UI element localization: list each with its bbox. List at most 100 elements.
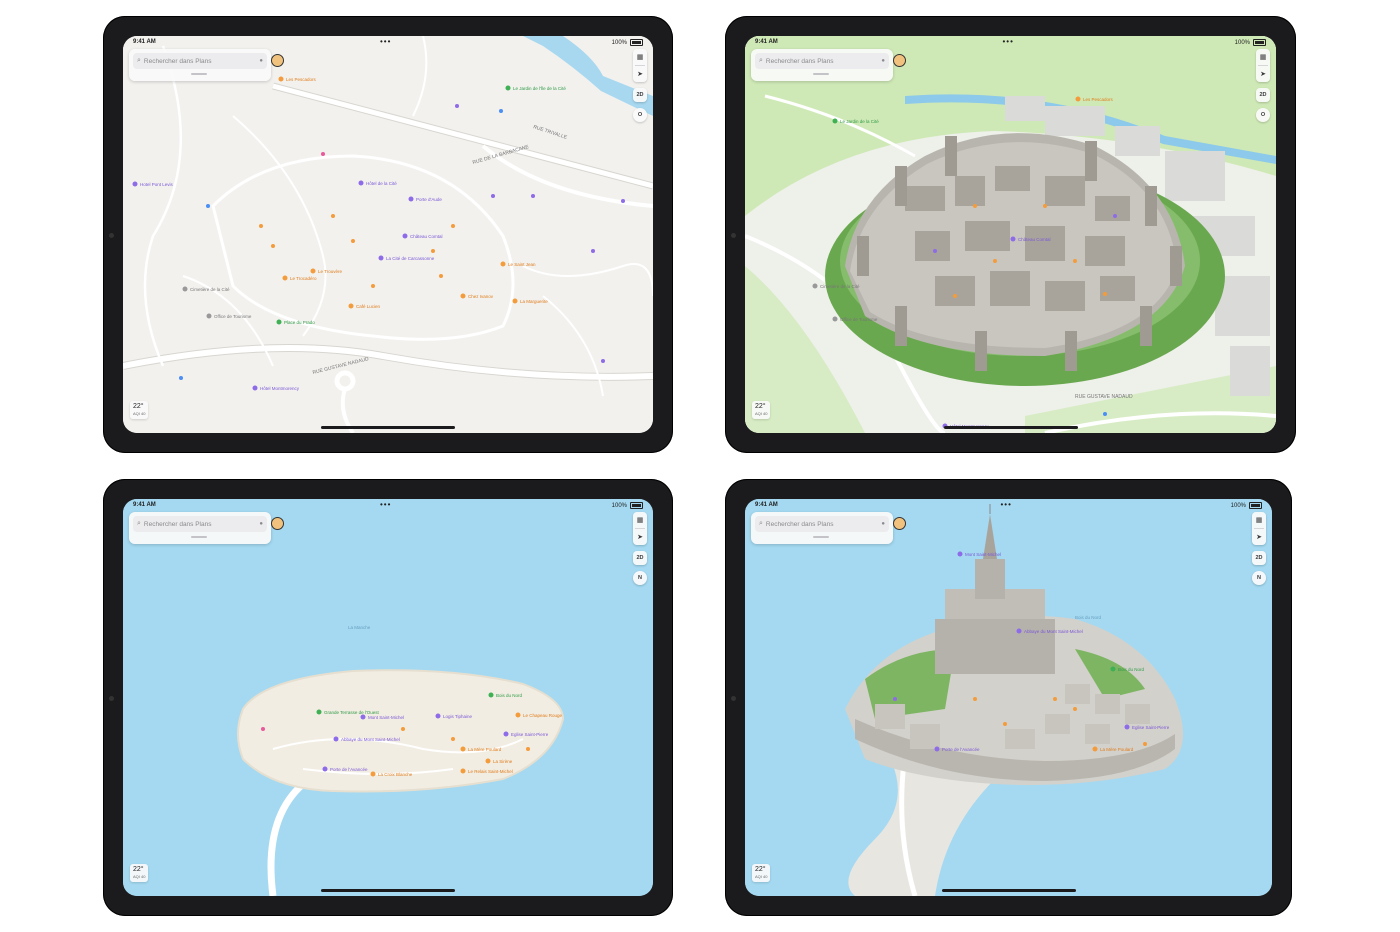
status-right: 100% (612, 502, 643, 509)
view-2d-button[interactable]: 2D (1256, 88, 1270, 102)
map-canvas[interactable]: La Manche Bois du Nord Grande Terrasse d… (123, 499, 653, 896)
weather-badge: 22° AQI 40 (752, 864, 771, 882)
map-control-group: ▦ ➤ (633, 49, 647, 82)
microphone-icon[interactable]: ● (259, 58, 263, 64)
poi-pin[interactable]: Abbaye du Mont Saint-Michel (333, 736, 400, 743)
map-mode-button[interactable]: ▦ (1256, 49, 1270, 65)
multitask-dots[interactable]: ••• (1003, 37, 1014, 46)
poi-pin[interactable]: Le Relais Saint-Michel (460, 768, 513, 775)
ipad-carcassonne-3d: Les Pescadors Le Jardin de la Cité Offic… (725, 16, 1296, 453)
microphone-icon[interactable]: ● (881, 521, 885, 527)
compass-button[interactable]: O (1256, 108, 1270, 122)
map-control-group: ▦ ➤ (1256, 49, 1270, 82)
svg-text:Mont Saint-Michel: Mont Saint-Michel (368, 715, 404, 720)
map-mode-button[interactable]: ▦ (1252, 512, 1266, 528)
svg-text:Office de Tourisme: Office de Tourisme (214, 314, 252, 319)
svg-text:La Croix Blanche: La Croix Blanche (378, 772, 413, 777)
poi-pin[interactable]: Cimetière de la Cité (812, 283, 861, 290)
poi-pin[interactable]: Cimetière de la Cité (182, 286, 231, 293)
search-input[interactable]: ⌕ Rechercher dans Plans ● (133, 53, 284, 69)
svg-text:Le Saint Jean: Le Saint Jean (508, 262, 536, 267)
multitask-dots[interactable]: ••• (1001, 500, 1012, 509)
map-canvas[interactable]: RUE GUSTAVE NADAUD RUE DE LA BARBACANE R… (123, 36, 653, 433)
location-button[interactable]: ➤ (633, 529, 647, 545)
poi-pin[interactable]: Le Jardin de la Cité (832, 118, 880, 125)
map-canvas[interactable]: Les Pescadors Le Jardin de la Cité Offic… (745, 36, 1276, 433)
svg-text:Porte d'Aude: Porte d'Aude (416, 197, 442, 202)
home-indicator[interactable] (943, 426, 1078, 429)
poi-pin[interactable]: Porte de l'Avancée (934, 746, 981, 753)
svg-text:Le Trouvère: Le Trouvère (318, 269, 343, 274)
ipad-mont-saint-michel-3d: Mont Saint-Michel Bois du Nord Abbaye du… (725, 479, 1292, 916)
home-indicator[interactable] (321, 889, 455, 892)
svg-text:Abbaye du Mont Saint-Michel: Abbaye du Mont Saint-Michel (341, 737, 400, 742)
home-indicator[interactable] (321, 426, 455, 429)
poi-pin[interactable]: Office de Tourisme (206, 313, 252, 320)
map-mode-button[interactable]: ▦ (633, 49, 647, 65)
svg-text:Place du Prado: Place du Prado (284, 320, 315, 325)
svg-text:Porte de l'Avancée: Porte de l'Avancée (330, 767, 368, 772)
poi-pin[interactable]: Mont Saint-Michel (957, 551, 1002, 558)
poi-pin[interactable]: Hôtel Montmorency (252, 385, 300, 392)
multitask-dots[interactable]: ••• (380, 37, 391, 46)
svg-text:Cimetière de la Cité: Cimetière de la Cité (190, 287, 230, 292)
avatar[interactable] (893, 54, 906, 67)
poi-pin[interactable]: Office de Tourisme (832, 316, 878, 323)
status-time: 9:41 AM (133, 502, 156, 508)
svg-text:Les Pescadors: Les Pescadors (1083, 97, 1114, 102)
home-indicator[interactable] (941, 889, 1076, 892)
search-input[interactable]: ⌕ Rechercher dans Plans ● (755, 516, 906, 532)
poi-pin[interactable]: La Cité de Carcassonne (378, 255, 435, 262)
poi-pin[interactable]: Eglise Saint-Pierre (1124, 724, 1170, 731)
location-button[interactable]: ➤ (633, 66, 647, 82)
search-input[interactable]: ⌕ Rechercher dans Plans ● (133, 516, 284, 532)
poi-pin[interactable]: Eglise Saint-Pierre (503, 731, 549, 738)
panel-grabber[interactable] (813, 73, 829, 75)
panel-grabber[interactable] (813, 536, 829, 538)
svg-text:Hôtel de la Cité: Hôtel de la Cité (366, 181, 397, 186)
svg-text:Logis Tiphaine: Logis Tiphaine (443, 714, 473, 719)
svg-text:La Cité de Carcassonne: La Cité de Carcassonne (386, 256, 435, 261)
map-canvas[interactable]: Mont Saint-Michel Bois du Nord Abbaye du… (745, 499, 1272, 896)
svg-text:Chez Ivanov: Chez Ivanov (468, 294, 494, 299)
map-control-group: ▦ ➤ (633, 512, 647, 545)
svg-text:Les Pescadors: Les Pescadors (286, 77, 317, 82)
microphone-icon[interactable]: ● (881, 58, 885, 64)
location-button[interactable]: ➤ (1252, 529, 1266, 545)
svg-text:Eglise Saint-Pierre: Eglise Saint-Pierre (1132, 725, 1170, 730)
weather-aqi: AQI 40 (133, 411, 146, 416)
poi-pin[interactable]: Le Chapeau Rouge (515, 712, 563, 719)
battery-percent: 100% (1234, 39, 1250, 46)
ipad-carcassonne-2d: RUE GUSTAVE NADAUD RUE DE LA BARBACANE R… (103, 16, 673, 453)
microphone-icon[interactable]: ● (259, 521, 263, 527)
map-mode-button[interactable]: ▦ (633, 512, 647, 528)
battery-icon (1249, 502, 1262, 509)
avatar[interactable] (271, 54, 284, 67)
avatar[interactable] (271, 517, 284, 530)
compass-button[interactable]: N (1252, 571, 1266, 585)
poi-pin[interactable]: Porte de l'Avancée (322, 766, 369, 773)
poi-pin[interactable]: Le Jardin de l'Île de la Cité (505, 85, 567, 91)
poi-pin[interactable]: Mont Saint-Michel (360, 714, 405, 721)
panel-grabber[interactable] (191, 73, 207, 75)
view-2d-button[interactable]: 2D (633, 551, 647, 565)
poi-pin[interactable]: Abbaye du Mont Saint-Michel (1016, 628, 1083, 635)
status-right: 100% (612, 39, 643, 46)
avatar[interactable] (893, 517, 906, 530)
weather-temp: 22° (755, 866, 766, 873)
multitask-dots[interactable]: ••• (380, 500, 391, 509)
svg-text:La Sirène: La Sirène (493, 759, 513, 764)
view-2d-button[interactable]: 2D (633, 88, 647, 102)
compass-button[interactable]: O (633, 108, 647, 122)
front-camera (109, 695, 114, 701)
battery-percent: 100% (611, 502, 627, 509)
search-input[interactable]: ⌕ Rechercher dans Plans ● (755, 53, 906, 69)
search-placeholder: Rechercher dans Plans (765, 520, 834, 528)
search-placeholder: Rechercher dans Plans (143, 520, 212, 528)
panel-grabber[interactable] (191, 536, 207, 538)
search-panel: ⌕ Rechercher dans Plans ● (751, 512, 906, 544)
svg-text:Le Relais Saint-Michel: Le Relais Saint-Michel (468, 769, 513, 774)
view-2d-button[interactable]: 2D (1252, 551, 1266, 565)
location-button[interactable]: ➤ (1256, 66, 1270, 82)
compass-button[interactable]: N (633, 571, 647, 585)
